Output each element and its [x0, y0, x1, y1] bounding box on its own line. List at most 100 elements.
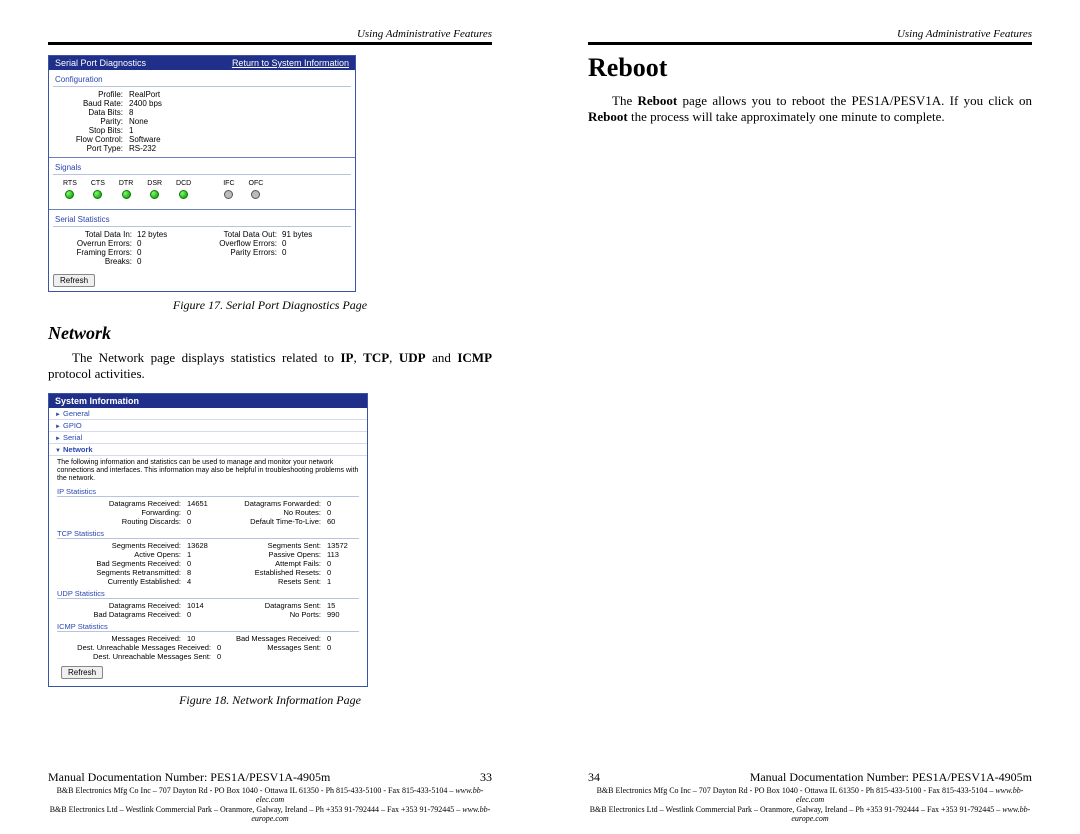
ip-rd-v: 0: [187, 517, 223, 526]
tcp-bs-v: 0: [187, 559, 223, 568]
serial-stats-heading: Serial Statistics: [53, 214, 351, 227]
ip-rd-l: Routing Discards:: [57, 517, 187, 526]
reboot-bold1: Reboot: [638, 93, 678, 108]
nav-general[interactable]: General: [49, 408, 367, 420]
tcp-ao-l: Active Opens:: [57, 550, 187, 559]
tcp-sr-l: Segments Received:: [57, 541, 187, 550]
ip-dr-v: 14651: [187, 499, 223, 508]
dtr-led-icon: [122, 190, 131, 199]
tcp-rs-l: Resets Sent:: [223, 577, 327, 586]
tcp-po-l: Passive Opens:: [223, 550, 327, 559]
overflow-value: 0: [282, 239, 286, 248]
udp-dr-l: Datagrams Received:: [57, 601, 187, 610]
nav-serial-label: Serial: [63, 433, 82, 442]
network-info-window: System Information General GPIO Serial N…: [48, 393, 368, 687]
nav-gpio-label: GPIO: [63, 421, 82, 430]
icmp-ds-l: Dest. Unreachable Messages Sent:: [57, 652, 217, 661]
page-34: Using Administrative Features Reboot The…: [540, 0, 1080, 834]
nav-network[interactable]: Network: [49, 444, 367, 456]
profile-label: Profile:: [57, 90, 129, 99]
ip-nr-l: No Routes:: [223, 508, 327, 517]
udp-bold: UDP: [399, 350, 426, 365]
icmp-mr-v: 10: [187, 634, 223, 643]
framing-label: Framing Errors:: [57, 248, 137, 257]
nav-gpio[interactable]: GPIO: [49, 420, 367, 432]
ip-fw-l: Forwarding:: [57, 508, 187, 517]
serial-diag-titlebar: Serial Port Diagnostics Return to System…: [49, 56, 355, 70]
icmp-ms-l: Messages Sent:: [237, 643, 327, 652]
page-number-34: 34: [588, 770, 600, 785]
reboot-heading: Reboot: [588, 53, 1032, 83]
net-para-b: protocol activities.: [48, 366, 145, 381]
overrun-label: Overrun Errors:: [57, 239, 137, 248]
body-left: Serial Port Diagnostics Return to System…: [48, 53, 492, 770]
reboot-paragraph: The Reboot page allows you to reboot the…: [588, 93, 1032, 126]
tcp-er-l: Established Resets:: [223, 568, 327, 577]
porttype-label: Port Type:: [57, 144, 129, 153]
parityerr-label: Parity Errors:: [202, 248, 282, 257]
ip-ttl-v: 60: [327, 517, 357, 526]
foot-line2: B&B Electronics Ltd – Westlink Commercia…: [50, 805, 463, 814]
return-link[interactable]: Return to System Information: [232, 58, 349, 68]
serial-diag-window: Serial Port Diagnostics Return to System…: [48, 55, 356, 292]
tcp-stats-heading: TCP Statistics: [57, 529, 359, 539]
icmp-du-v: 0: [217, 643, 237, 652]
udp-dr-v: 1014: [187, 601, 223, 610]
icmp-ds-v: 0: [217, 652, 253, 661]
tcp-ao-v: 1: [187, 550, 223, 559]
tcp-ce-l: Currently Established:: [57, 577, 187, 586]
network-heading: Network: [48, 323, 492, 344]
icmp-du-l: Dest. Unreachable Messages Received:: [57, 643, 217, 652]
parity-label: Parity:: [57, 117, 129, 126]
nav-network-label: Network: [63, 445, 93, 454]
ifc-label: IFC: [223, 180, 234, 187]
body-right: Reboot The Reboot page allows you to reb…: [588, 53, 1032, 770]
udp-bd-l: Bad Datagrams Received:: [57, 610, 187, 619]
tcp-ss-l: Segments Sent:: [223, 541, 327, 550]
tdi-label: Total Data In:: [57, 230, 137, 239]
config-heading: Configuration: [53, 74, 351, 87]
baud-label: Baud Rate:: [57, 99, 129, 108]
running-head-right: Using Administrative Features: [588, 28, 1032, 40]
dsr-led-icon: [150, 190, 159, 199]
udp-stats-heading: UDP Statistics: [57, 589, 359, 599]
udp-np-v: 990: [327, 610, 357, 619]
ifc-led-icon: [224, 190, 233, 199]
nav-serial[interactable]: Serial: [49, 432, 367, 444]
ofc-led-icon: [251, 190, 260, 199]
tcp-af-l: Attempt Fails:: [223, 559, 327, 568]
ip-ttl-l: Default Time-To-Live:: [223, 517, 327, 526]
tcp-er-v: 0: [327, 568, 357, 577]
foot-line1: B&B Electronics Mfg Co Inc – 707 Dayton …: [57, 786, 456, 795]
icmp-bm-l: Bad Messages Received:: [223, 634, 327, 643]
cts-led-icon: [93, 190, 102, 199]
ip-df-l: Datagrams Forwarded:: [223, 499, 327, 508]
refresh-button-2[interactable]: Refresh: [61, 666, 103, 679]
figure-18: System Information General GPIO Serial N…: [48, 393, 492, 708]
overflow-label: Overflow Errors:: [202, 239, 282, 248]
ip-bold: IP: [340, 350, 353, 365]
ip-nr-v: 0: [327, 508, 357, 517]
ip-dr-l: Datagrams Received:: [57, 499, 187, 508]
ip-stats-heading: IP Statistics: [57, 487, 359, 497]
reboot-p-a: The: [612, 93, 638, 108]
page-33: Using Administrative Features Serial Por…: [0, 0, 540, 834]
tcp-po-v: 113: [327, 550, 357, 559]
signal-leds: RTS CTS DTR DSR DCD IFC OFC: [57, 178, 347, 205]
refresh-button[interactable]: Refresh: [53, 274, 95, 287]
databits-label: Data Bits:: [57, 108, 129, 117]
foot-line2-r: B&B Electronics Ltd – Westlink Commercia…: [590, 805, 1003, 814]
reboot-bold2: Reboot: [588, 109, 628, 124]
doc-number-right: Manual Documentation Number: PES1A/PESV1…: [750, 770, 1032, 785]
breaks-label: Breaks:: [57, 257, 137, 266]
tcp-sr-v: 13628: [187, 541, 223, 550]
overrun-value: 0: [137, 239, 141, 248]
figure-17: Serial Port Diagnostics Return to System…: [48, 55, 492, 313]
icmp-bm-v: 0: [327, 634, 357, 643]
footer-left: Manual Documentation Number: PES1A/PESV1…: [48, 770, 492, 824]
tdo-label: Total Data Out:: [202, 230, 282, 239]
figure-18-caption: Figure 18. Network Information Page: [48, 693, 492, 708]
tcp-af-v: 0: [327, 559, 357, 568]
running-head-left: Using Administrative Features: [48, 28, 492, 40]
rts-label: RTS: [63, 180, 77, 187]
